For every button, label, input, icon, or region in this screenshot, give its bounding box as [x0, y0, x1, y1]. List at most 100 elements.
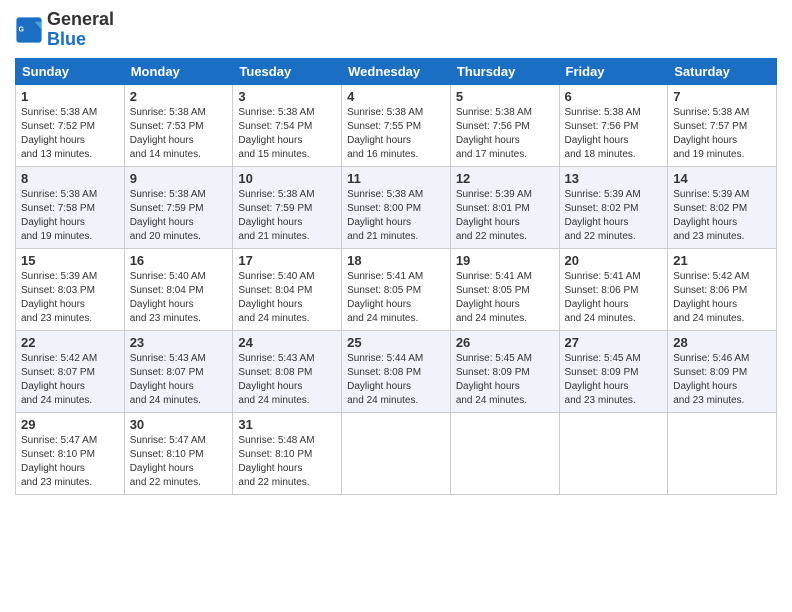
- day-header-friday: Friday: [559, 58, 668, 84]
- day-info: Sunrise: 5:47 AMSunset: 8:10 PMDaylight …: [21, 434, 119, 490]
- calendar-cell: [342, 412, 451, 494]
- day-info: Sunrise: 5:47 AMSunset: 8:10 PMDaylight …: [130, 434, 228, 490]
- day-number: 31: [238, 417, 336, 432]
- calendar-cell: 6 Sunrise: 5:38 AMSunset: 7:56 PMDayligh…: [559, 84, 668, 166]
- calendar-cell: [450, 412, 559, 494]
- day-info: Sunrise: 5:38 AMSunset: 7:57 PMDaylight …: [673, 106, 771, 162]
- day-number: 1: [21, 89, 119, 104]
- svg-text:G: G: [19, 26, 25, 33]
- day-number: 18: [347, 253, 445, 268]
- day-number: 22: [21, 335, 119, 350]
- week-row-5: 29 Sunrise: 5:47 AMSunset: 8:10 PMDaylig…: [16, 412, 777, 494]
- day-info: Sunrise: 5:41 AMSunset: 8:05 PMDaylight …: [456, 270, 554, 326]
- calendar-cell: 23 Sunrise: 5:43 AMSunset: 8:07 PMDaylig…: [124, 330, 233, 412]
- calendar-cell: 10 Sunrise: 5:38 AMSunset: 7:59 PMDaylig…: [233, 166, 342, 248]
- day-info: Sunrise: 5:44 AMSunset: 8:08 PMDaylight …: [347, 352, 445, 408]
- calendar-cell: 26 Sunrise: 5:45 AMSunset: 8:09 PMDaylig…: [450, 330, 559, 412]
- day-number: 21: [673, 253, 771, 268]
- calendar-cell: 24 Sunrise: 5:43 AMSunset: 8:08 PMDaylig…: [233, 330, 342, 412]
- week-row-4: 22 Sunrise: 5:42 AMSunset: 8:07 PMDaylig…: [16, 330, 777, 412]
- day-number: 12: [456, 171, 554, 186]
- day-info: Sunrise: 5:38 AMSunset: 7:59 PMDaylight …: [130, 188, 228, 244]
- day-number: 26: [456, 335, 554, 350]
- day-number: 11: [347, 171, 445, 186]
- day-number: 20: [565, 253, 663, 268]
- day-number: 29: [21, 417, 119, 432]
- logo-blue: Blue: [47, 29, 86, 49]
- day-number: 15: [21, 253, 119, 268]
- day-header-thursday: Thursday: [450, 58, 559, 84]
- day-info: Sunrise: 5:38 AMSunset: 7:56 PMDaylight …: [456, 106, 554, 162]
- calendar-cell: 21 Sunrise: 5:42 AMSunset: 8:06 PMDaylig…: [668, 248, 777, 330]
- calendar-cell: 20 Sunrise: 5:41 AMSunset: 8:06 PMDaylig…: [559, 248, 668, 330]
- calendar-cell: [668, 412, 777, 494]
- day-info: Sunrise: 5:39 AMSunset: 8:01 PMDaylight …: [456, 188, 554, 244]
- day-info: Sunrise: 5:38 AMSunset: 7:58 PMDaylight …: [21, 188, 119, 244]
- calendar-cell: 27 Sunrise: 5:45 AMSunset: 8:09 PMDaylig…: [559, 330, 668, 412]
- calendar-cell: 18 Sunrise: 5:41 AMSunset: 8:05 PMDaylig…: [342, 248, 451, 330]
- day-info: Sunrise: 5:46 AMSunset: 8:09 PMDaylight …: [673, 352, 771, 408]
- calendar-cell: 19 Sunrise: 5:41 AMSunset: 8:05 PMDaylig…: [450, 248, 559, 330]
- calendar-cell: 31 Sunrise: 5:48 AMSunset: 8:10 PMDaylig…: [233, 412, 342, 494]
- calendar-cell: 1 Sunrise: 5:38 AMSunset: 7:52 PMDayligh…: [16, 84, 125, 166]
- calendar-cell: 17 Sunrise: 5:40 AMSunset: 8:04 PMDaylig…: [233, 248, 342, 330]
- week-row-2: 8 Sunrise: 5:38 AMSunset: 7:58 PMDayligh…: [16, 166, 777, 248]
- day-info: Sunrise: 5:39 AMSunset: 8:02 PMDaylight …: [673, 188, 771, 244]
- calendar-cell: 5 Sunrise: 5:38 AMSunset: 7:56 PMDayligh…: [450, 84, 559, 166]
- day-number: 7: [673, 89, 771, 104]
- day-info: Sunrise: 5:45 AMSunset: 8:09 PMDaylight …: [456, 352, 554, 408]
- calendar-cell: 22 Sunrise: 5:42 AMSunset: 8:07 PMDaylig…: [16, 330, 125, 412]
- day-info: Sunrise: 5:40 AMSunset: 8:04 PMDaylight …: [130, 270, 228, 326]
- logo-text: General Blue: [47, 10, 114, 50]
- calendar-cell: 15 Sunrise: 5:39 AMSunset: 8:03 PMDaylig…: [16, 248, 125, 330]
- day-number: 9: [130, 171, 228, 186]
- day-info: Sunrise: 5:38 AMSunset: 7:53 PMDaylight …: [130, 106, 228, 162]
- day-number: 30: [130, 417, 228, 432]
- day-info: Sunrise: 5:38 AMSunset: 7:52 PMDaylight …: [21, 106, 119, 162]
- day-number: 2: [130, 89, 228, 104]
- logo-icon: G: [15, 16, 43, 44]
- day-header-sunday: Sunday: [16, 58, 125, 84]
- day-header-wednesday: Wednesday: [342, 58, 451, 84]
- calendar-cell: 29 Sunrise: 5:47 AMSunset: 8:10 PMDaylig…: [16, 412, 125, 494]
- calendar-cell: 25 Sunrise: 5:44 AMSunset: 8:08 PMDaylig…: [342, 330, 451, 412]
- day-number: 4: [347, 89, 445, 104]
- calendar-cell: 14 Sunrise: 5:39 AMSunset: 8:02 PMDaylig…: [668, 166, 777, 248]
- calendar-cell: 2 Sunrise: 5:38 AMSunset: 7:53 PMDayligh…: [124, 84, 233, 166]
- calendar-cell: 11 Sunrise: 5:38 AMSunset: 8:00 PMDaylig…: [342, 166, 451, 248]
- day-number: 8: [21, 171, 119, 186]
- day-info: Sunrise: 5:40 AMSunset: 8:04 PMDaylight …: [238, 270, 336, 326]
- calendar-cell: 4 Sunrise: 5:38 AMSunset: 7:55 PMDayligh…: [342, 84, 451, 166]
- day-header-monday: Monday: [124, 58, 233, 84]
- calendar-table: SundayMondayTuesdayWednesdayThursdayFrid…: [15, 58, 777, 495]
- day-info: Sunrise: 5:42 AMSunset: 8:06 PMDaylight …: [673, 270, 771, 326]
- day-number: 3: [238, 89, 336, 104]
- day-header-saturday: Saturday: [668, 58, 777, 84]
- day-info: Sunrise: 5:38 AMSunset: 7:55 PMDaylight …: [347, 106, 445, 162]
- week-row-3: 15 Sunrise: 5:39 AMSunset: 8:03 PMDaylig…: [16, 248, 777, 330]
- day-number: 5: [456, 89, 554, 104]
- day-info: Sunrise: 5:48 AMSunset: 8:10 PMDaylight …: [238, 434, 336, 490]
- day-number: 28: [673, 335, 771, 350]
- day-number: 17: [238, 253, 336, 268]
- day-number: 27: [565, 335, 663, 350]
- calendar-cell: 8 Sunrise: 5:38 AMSunset: 7:58 PMDayligh…: [16, 166, 125, 248]
- day-number: 10: [238, 171, 336, 186]
- day-number: 13: [565, 171, 663, 186]
- day-info: Sunrise: 5:43 AMSunset: 8:07 PMDaylight …: [130, 352, 228, 408]
- calendar-cell: 30 Sunrise: 5:47 AMSunset: 8:10 PMDaylig…: [124, 412, 233, 494]
- day-info: Sunrise: 5:42 AMSunset: 8:07 PMDaylight …: [21, 352, 119, 408]
- calendar-cell: 16 Sunrise: 5:40 AMSunset: 8:04 PMDaylig…: [124, 248, 233, 330]
- week-row-1: 1 Sunrise: 5:38 AMSunset: 7:52 PMDayligh…: [16, 84, 777, 166]
- logo: G General Blue: [15, 10, 114, 50]
- day-number: 25: [347, 335, 445, 350]
- calendar-cell: 3 Sunrise: 5:38 AMSunset: 7:54 PMDayligh…: [233, 84, 342, 166]
- logo-general: General: [47, 9, 114, 29]
- day-info: Sunrise: 5:38 AMSunset: 7:54 PMDaylight …: [238, 106, 336, 162]
- day-header-tuesday: Tuesday: [233, 58, 342, 84]
- day-info: Sunrise: 5:41 AMSunset: 8:06 PMDaylight …: [565, 270, 663, 326]
- calendar-cell: 9 Sunrise: 5:38 AMSunset: 7:59 PMDayligh…: [124, 166, 233, 248]
- calendar-cell: 13 Sunrise: 5:39 AMSunset: 8:02 PMDaylig…: [559, 166, 668, 248]
- day-info: Sunrise: 5:38 AMSunset: 7:59 PMDaylight …: [238, 188, 336, 244]
- day-info: Sunrise: 5:43 AMSunset: 8:08 PMDaylight …: [238, 352, 336, 408]
